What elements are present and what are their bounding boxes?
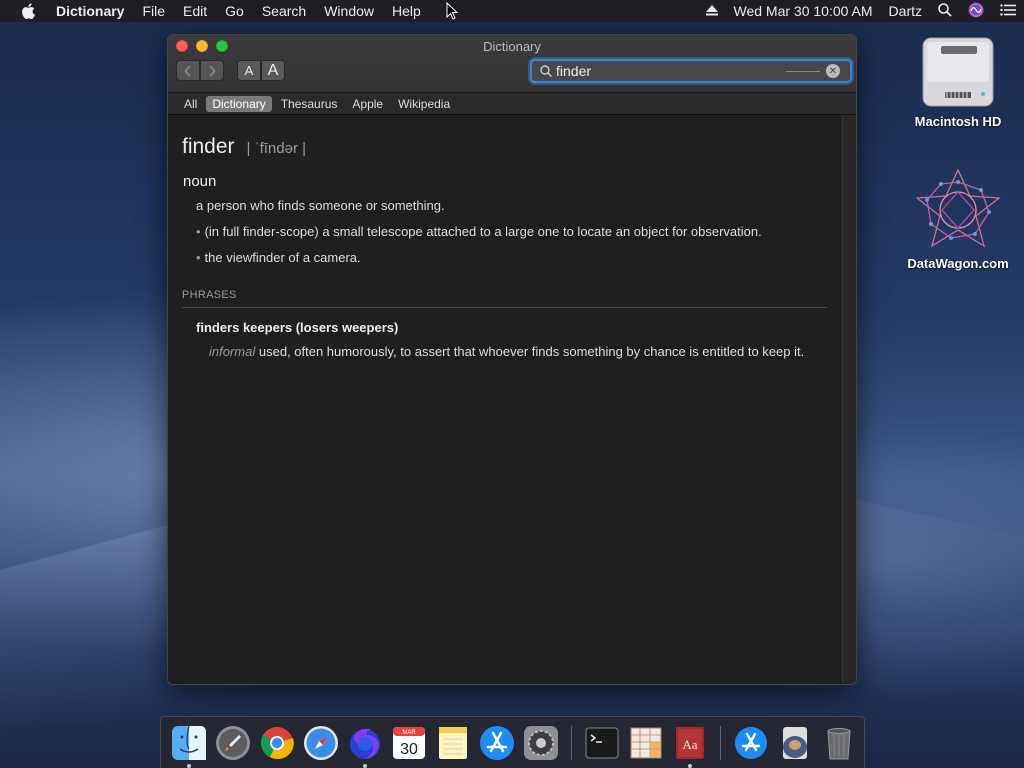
app-store-icon [480,725,514,760]
dock-notes[interactable] [434,724,472,762]
dock: MAR 30 Aa [160,716,865,768]
tab-wikipedia[interactable]: Wikipedia [392,96,456,112]
calendar-icon: MAR 30 [393,726,425,759]
spotlight-search-icon[interactable] [938,2,952,20]
chevron-left-icon [184,64,191,77]
source-tabs: All Dictionary Thesaurus Apple Wikipedia [168,93,856,115]
datawagon-logo-icon [915,168,1001,252]
running-indicator [688,763,692,768]
dock-safari[interactable] [302,724,340,762]
mouse-cursor-icon [446,1,459,23]
terminal-icon [585,727,619,758]
chrome-icon [261,726,294,759]
dock-documents-stack[interactable] [776,724,814,762]
running-indicator [187,763,191,768]
eject-icon[interactable] [705,3,718,19]
dock-app-store[interactable] [478,724,516,762]
definition-item: • the viewfinder of a camera. [196,250,842,265]
definition-item: • (in full finder-scope) a small telescop… [196,224,842,239]
dock-launchpad[interactable] [214,724,252,762]
menu-bar: Dictionary File Edit Go Search Window He… [0,0,1024,22]
app-store-stack-icon [735,726,767,759]
definition-text: a person who finds someone or something. [196,198,445,213]
notes-icon [439,726,467,759]
phrases-heading: PHRASES [182,289,827,308]
definition-text: the viewfinder of a camera. [204,250,361,265]
back-button[interactable] [176,60,200,81]
dock-separator [720,725,721,760]
launchpad-rocket-icon [216,725,250,760]
finder-icon [172,725,206,760]
dock-downloads-stack[interactable] [732,724,770,762]
clear-search-icon[interactable]: ✕ [826,64,840,78]
menu-user[interactable]: Dartz [889,3,922,19]
definition-text: (in full finder-scope) a small telescope… [204,224,762,239]
dock-trash[interactable] [820,724,858,762]
bullet-icon: • [196,224,201,239]
dock-finder[interactable] [170,724,208,768]
siri-icon[interactable] [968,2,984,21]
window-title: Dictionary [483,39,541,54]
menu-search[interactable]: Search [253,0,315,22]
search-progress-track [786,70,820,72]
menu-clock[interactable]: Wed Mar 30 10:00 AM [734,3,873,19]
phrase-title: finders keepers (losers weepers) [196,320,399,335]
trash-icon [827,727,851,759]
entry-headword: finder [182,135,235,158]
spreadsheet-icon [630,727,662,758]
tab-thesaurus[interactable]: Thesaurus [275,96,344,112]
dock-dictionary[interactable]: Aa [671,724,709,768]
menu-edit[interactable]: Edit [174,0,216,22]
dock-separator [571,725,572,760]
safari-compass-icon [304,725,338,760]
desktop-icon-datawagon[interactable]: DataWagon.com [898,168,1018,271]
dictionary-book-icon: Aa [676,726,704,759]
search-field[interactable]: ✕ [530,59,852,83]
tab-dictionary[interactable]: Dictionary [206,95,272,112]
chevron-right-icon [209,64,216,77]
dock-calendar[interactable]: MAR 30 [390,724,428,762]
entry-content: finder | ˈfīndər | noun a person who fin… [168,115,856,684]
phrase-definition: informal used, often humorously, to asse… [209,343,819,360]
search-icon [536,65,556,77]
forward-button[interactable] [200,60,224,81]
increase-font-button[interactable]: A [261,60,285,81]
decrease-font-button[interactable]: A [237,60,261,81]
tab-apple[interactable]: Apple [346,96,389,112]
desktop-icon-macintosh-hd[interactable]: Macintosh HD [898,34,1018,129]
menu-go[interactable]: Go [216,0,253,22]
dock-chrome[interactable] [258,724,296,762]
dock-terminal[interactable] [583,724,621,762]
gear-icon [524,725,558,760]
firefox-icon [350,728,380,759]
calendar-day: 30 [400,741,418,758]
menu-window[interactable]: Window [315,0,383,22]
dock-system-preferences[interactable] [522,724,560,762]
running-indicator [363,763,367,768]
photo-stack-icon [783,726,807,759]
menu-file[interactable]: File [133,0,174,22]
dictionary-window: Dictionary A A ✕ All Dictionary Thesauru… [167,34,857,685]
dock-ledger-app[interactable] [627,724,665,762]
menu-app-dictionary[interactable]: Dictionary [47,0,133,22]
window-titlebar[interactable]: Dictionary A A ✕ [168,35,856,93]
part-of-speech: noun [183,173,217,190]
bullet-icon: • [196,250,201,265]
entry-pronunciation: | ˈfīndər | [246,140,307,157]
hard-drive-icon [921,34,995,110]
phrase-register: informal [209,344,256,359]
search-input[interactable] [556,63,786,79]
apple-menu-icon[interactable] [17,0,39,22]
desktop-icon-label: Macintosh HD [914,114,1002,129]
desktop-icon-label: DataWagon.com [907,256,1009,271]
scrollbar-track[interactable] [842,115,856,684]
phrase-definition-text: used, often humorously, to assert that w… [255,344,805,359]
dictionary-glyph: Aa [682,737,697,752]
calendar-month: MAR [402,730,416,736]
definition-item: a person who finds someone or something. [196,198,842,213]
tab-all[interactable]: All [178,96,203,112]
notification-center-icon[interactable] [1000,3,1016,19]
menu-help[interactable]: Help [383,0,430,22]
dock-firefox[interactable] [346,724,384,768]
